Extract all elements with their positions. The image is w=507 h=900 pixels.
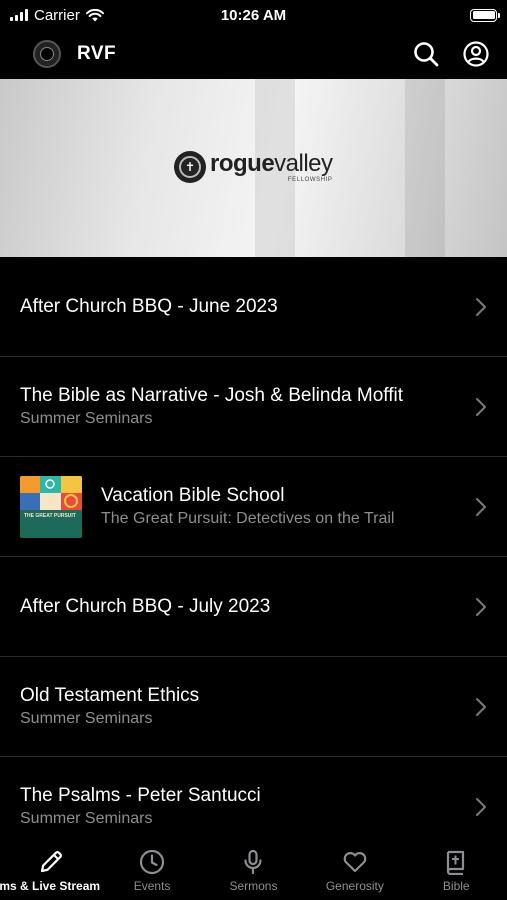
list-item[interactable]: The Bible as Narrative - Josh & Belinda … — [0, 357, 507, 457]
item-title: After Church BBQ - July 2023 — [20, 595, 271, 617]
banner-shadow-stripe — [405, 79, 445, 257]
status-bar: Carrier 10:26 AM — [0, 0, 507, 30]
list-item[interactable]: After Church BBQ - June 2023 — [0, 257, 507, 357]
bible-icon — [447, 850, 465, 875]
item-title: After Church BBQ - June 2023 — [20, 295, 278, 317]
wifi-icon — [85, 8, 104, 21]
carrier-label: Carrier — [34, 6, 80, 24]
app-logo — [33, 40, 61, 68]
tab-label: Sermons — [229, 879, 278, 893]
microphone-icon — [244, 849, 263, 875]
tab-label: orms & Live Stream — [0, 879, 101, 893]
item-subtitle: The Great Pursuit: Detectives on the Tra… — [101, 510, 395, 527]
heart-icon — [343, 852, 367, 873]
item-subtitle: Summer Seminars — [20, 810, 153, 827]
search-icon[interactable] — [413, 41, 439, 67]
item-subtitle: Summer Seminars — [20, 710, 153, 727]
tab-label: Bible — [442, 879, 470, 893]
list-item[interactable]: After Church BBQ - July 2023 — [0, 557, 507, 657]
chevron-right-icon — [476, 297, 486, 316]
chevron-right-icon — [476, 597, 486, 616]
brand-subtitle: FELLOWSHIP — [287, 176, 333, 183]
clock-icon — [139, 849, 165, 875]
tab-generosity[interactable]: Generosity — [304, 842, 405, 900]
thumb-caption: THE GREAT PURSUIT — [24, 512, 76, 519]
app-header: RVF — [0, 30, 507, 78]
list-item[interactable]: THE GREAT PURSUIT Vacation Bible School … — [0, 457, 507, 557]
battery-icon — [470, 8, 500, 22]
item-title: Old Testament Ethics — [20, 685, 200, 706]
brand-name-bold: rogue — [210, 149, 275, 177]
item-subtitle: Summer Seminars — [20, 410, 153, 427]
status-left: Carrier — [10, 7, 104, 24]
chevron-right-icon — [476, 797, 486, 816]
header-actions — [413, 41, 489, 67]
pencil-icon — [40, 851, 62, 873]
signal-icon — [10, 9, 28, 21]
brand-name-rest: valley — [274, 149, 333, 177]
tab-sermons[interactable]: Sermons — [203, 842, 304, 900]
tab-bar: orms & Live Stream Events Sermons Genero… — [0, 842, 507, 900]
vbs-thumbnail: THE GREAT PURSUIT — [20, 475, 82, 538]
church-banner[interactable]: ✝ roguevalley FELLOWSHIP — [0, 79, 507, 257]
tab-label: Events — [133, 879, 171, 893]
tab-forms-live-stream[interactable]: orms & Live Stream — [0, 842, 101, 900]
account-icon[interactable] — [463, 41, 489, 67]
tab-label: Generosity — [325, 879, 384, 893]
chevron-right-icon — [476, 497, 486, 516]
chevron-right-icon — [476, 697, 486, 716]
item-title: The Bible as Narrative - Josh & Belinda … — [20, 385, 403, 406]
chevron-right-icon — [476, 397, 486, 416]
event-list: After Church BBQ - June 2023 The Bible a… — [0, 257, 507, 857]
tab-bible[interactable]: Bible — [406, 842, 507, 900]
item-title: Vacation Bible School — [101, 485, 285, 506]
tab-events[interactable]: Events — [101, 842, 202, 900]
cross-logo-icon: ✝ — [174, 151, 206, 183]
item-title: The Psalms - Peter Santucci — [20, 785, 261, 806]
church-logo: ✝ roguevalley FELLOWSHIP — [174, 151, 333, 183]
list-item[interactable]: Old Testament Ethics Summer Seminars — [0, 657, 507, 757]
app-title: RVF — [77, 43, 117, 64]
